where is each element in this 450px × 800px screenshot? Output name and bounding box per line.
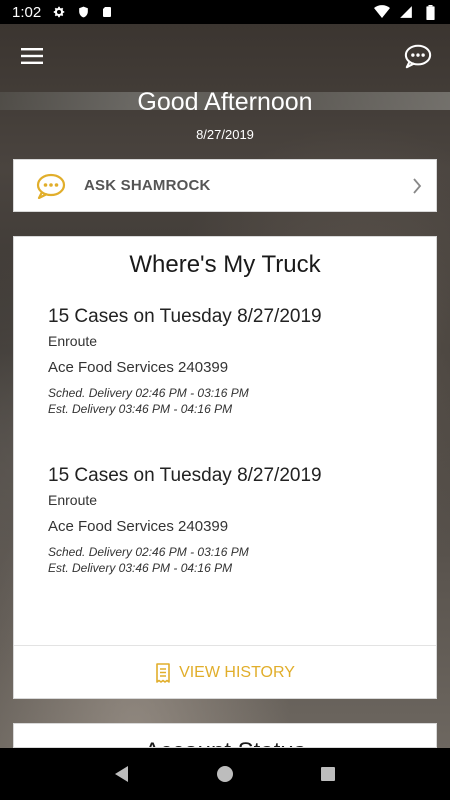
view-history-button[interactable]: VIEW HISTORY: [14, 646, 436, 699]
chat-bubble-icon: [36, 173, 66, 199]
delivery-title: 15 Cases on Tuesday 8/27/2019: [48, 306, 322, 327]
delivery-item[interactable]: 15 Cases on Tuesday 8/27/2019 Enroute Ac…: [48, 305, 418, 416]
shield-icon: [75, 4, 91, 20]
delivery-item[interactable]: 15 Cases on Tuesday 8/27/2019 Enroute Ac…: [48, 464, 418, 575]
sd-card-icon: [99, 4, 115, 20]
chat-bubble-icon[interactable]: [404, 42, 432, 70]
ask-shamrock-label: ASK SHAMROCK: [84, 177, 211, 194]
delivery-status: Enroute: [48, 492, 98, 508]
delivery-customer: Ace Food Services 240399: [48, 518, 229, 535]
card-title: Account Status: [14, 738, 436, 747]
recents-icon[interactable]: [312, 758, 344, 790]
battery-icon: [422, 4, 438, 20]
app-bar: [0, 24, 450, 88]
delivery-status: Enroute: [48, 333, 98, 349]
ask-shamrock-button[interactable]: ASK SHAMROCK: [13, 159, 437, 212]
account-status-card[interactable]: Account Status: [13, 723, 437, 748]
delivery-estimated: Est. Delivery 03:46 PM - 04:16 PM: [48, 402, 233, 416]
home-icon[interactable]: [209, 758, 241, 790]
view-history-label: VIEW HISTORY: [179, 663, 295, 681]
card-title: Where's My Truck: [129, 251, 321, 278]
system-nav-bar: [0, 748, 450, 800]
delivery-estimated: Est. Delivery 03:46 PM - 04:16 PM: [48, 561, 233, 575]
gear-icon: [51, 4, 67, 20]
signal-icon: [398, 4, 414, 20]
receipt-icon: [155, 662, 171, 683]
status-time: 1:02: [12, 3, 42, 21]
greeting-date: 8/27/2019: [196, 127, 254, 142]
status-bar: 1:02: [0, 0, 450, 24]
delivery-customer: Ace Food Services 240399: [48, 359, 229, 376]
delivery-scheduled: Sched. Delivery 02:46 PM - 03:16 PM: [48, 545, 249, 559]
delivery-title: 15 Cases on Tuesday 8/27/2019: [48, 465, 322, 486]
back-icon[interactable]: [106, 758, 138, 790]
wheres-my-truck-card: Where's My Truck 15 Cases on Tuesday 8/2…: [13, 236, 437, 699]
chevron-right-icon: [412, 177, 422, 194]
delivery-scheduled: Sched. Delivery 02:46 PM - 03:16 PM: [48, 386, 249, 400]
menu-icon[interactable]: [18, 42, 46, 70]
greeting-title: Good Afternoon: [137, 88, 313, 116]
wifi-icon: [374, 4, 390, 20]
